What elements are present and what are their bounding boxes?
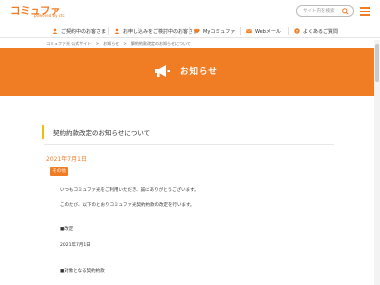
- article-title: 契約約款改定のお知らせについて: [53, 129, 151, 137]
- breadcrumb-news[interactable]: お知らせ: [103, 41, 119, 46]
- nav-label: お申し込みをご検討中のお客さま: [123, 28, 199, 35]
- hamburger-menu-icon[interactable]: [358, 4, 372, 18]
- site-header: コミュファ powered by ctc サイト内を検索: [0, 0, 380, 24]
- nav-item-faq[interactable]: ? よくあるご質問: [294, 25, 338, 37]
- breadcrumb-home[interactable]: コミュファ光 公式サイト: [46, 41, 91, 46]
- page-title: お知らせ: [180, 67, 218, 77]
- nav-item-current-customers[interactable]: ご契約中のお客さま: [52, 25, 106, 37]
- nav-item-webmail[interactable]: Webメール: [246, 25, 281, 37]
- megaphone-icon: [155, 65, 170, 77]
- article-heading-target: ■対象となる契約約款: [60, 269, 105, 274]
- article-paragraph: いつもコミュファ光をご利用いただき、誠にありがとうございます。: [60, 188, 199, 193]
- article-heading-revision: ■改定: [60, 227, 74, 232]
- svg-text:?: ?: [296, 28, 298, 33]
- nav-label: Webメール: [255, 28, 281, 35]
- scrollbar-thumb[interactable]: [375, 44, 379, 82]
- mail-icon: [246, 29, 252, 34]
- nav-label: Myコミュファ: [203, 28, 236, 35]
- article-paragraph: このたび、以下のとおりコミュファ光契約約款の改定を行います。: [60, 203, 195, 208]
- heart-icon: [194, 28, 200, 34]
- category-badge: その他: [50, 167, 68, 176]
- divider: [44, 144, 334, 145]
- question-icon: ?: [294, 28, 300, 34]
- nav-label: よくあるご質問: [303, 28, 339, 35]
- article-paragraph: 2021年7月1日: [60, 243, 91, 248]
- hero-banner: お知らせ: [0, 48, 380, 96]
- global-nav: ご契約中のお客さま お申し込みをご検討中のお客さま Myコミュファ Webメール…: [0, 24, 380, 38]
- search-placeholder: サイト内を検索: [303, 9, 335, 14]
- commufa-logo[interactable]: コミュファ powered by ctc: [10, 3, 65, 21]
- nav-label: ご契約中のお客さま: [61, 28, 107, 35]
- nav-item-my-commufa[interactable]: Myコミュファ: [194, 25, 235, 37]
- article-title-box: 契約約款改定のお知らせについて: [42, 125, 334, 139]
- breadcrumb-separator: >: [123, 41, 127, 46]
- nav-item-prospective-customers[interactable]: お申し込みをご検討中のお客さま: [114, 25, 198, 37]
- logo-subtext: powered by ctc: [34, 13, 65, 18]
- search-input[interactable]: サイト内を検索: [296, 5, 354, 17]
- breadcrumb: コミュファ光 公式サイト > お知らせ > 解約約款改定のお知らせについて: [46, 41, 194, 47]
- search-icon[interactable]: [342, 8, 349, 15]
- category-badge-label: その他: [52, 169, 66, 174]
- user-icon: [114, 28, 120, 34]
- breadcrumb-current: 解約約款改定のお知らせについて: [131, 41, 191, 46]
- breadcrumb-separator: >: [95, 41, 99, 46]
- article-date: 2021年7月1日: [46, 156, 87, 163]
- user-icon: [52, 28, 58, 34]
